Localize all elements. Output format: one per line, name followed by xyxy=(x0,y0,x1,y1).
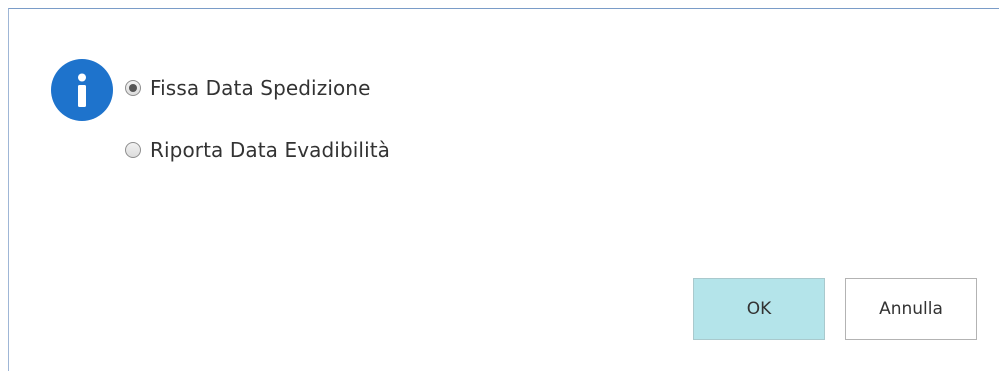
cancel-button[interactable]: Annulla xyxy=(845,278,977,340)
info-icon xyxy=(51,59,113,121)
ok-button[interactable]: OK xyxy=(693,278,825,340)
radio-option-riporta-data-evadibilita[interactable]: Riporta Data Evadibilità xyxy=(125,135,390,165)
radio-option-label: Riporta Data Evadibilità xyxy=(150,138,391,162)
info-glyph xyxy=(78,73,86,107)
radio-option-label: Fissa Data Spedizione xyxy=(150,76,371,100)
radio-option-fissa-data-spedizione[interactable]: Fissa Data Spedizione xyxy=(125,73,371,103)
radio-button[interactable] xyxy=(125,80,141,96)
radio-button[interactable] xyxy=(125,142,141,158)
confirm-dialog: Fissa Data Spedizione Riporta Data Evadi… xyxy=(8,8,999,371)
